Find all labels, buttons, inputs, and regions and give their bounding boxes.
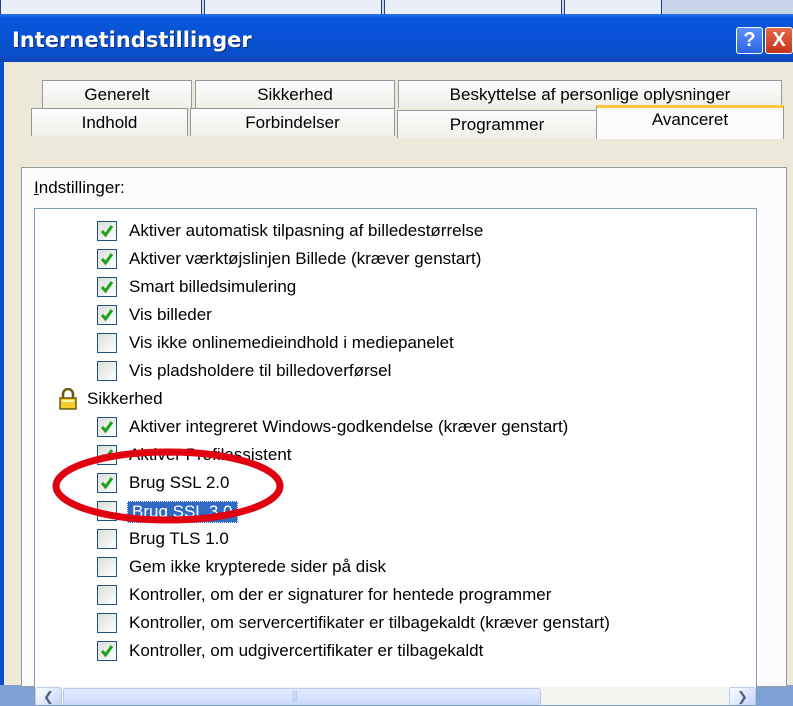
setting-row[interactable]: Kontroller, om udgivercertifikater er ti… — [35, 638, 725, 666]
window-title: Internetindstillinger — [12, 28, 252, 52]
title-bar[interactable]: Internetindstillinger ? X — [0, 14, 793, 62]
checkmark-icon — [100, 645, 114, 658]
horizontal-scroll-thumb[interactable]: ⫼ — [63, 688, 541, 705]
setting-label: Kontroller, om der er signaturer for hen… — [129, 585, 552, 604]
hgrip-icon: ⫼ — [292, 689, 298, 704]
tab-forbindelser[interactable]: Forbindelser — [190, 108, 395, 136]
setting-row[interactable]: Gem ikke krypterede sider på disk — [35, 554, 725, 582]
tab-indhold[interactable]: Indhold — [31, 108, 188, 136]
setting-label: Vis ikke onlinemedieindhold i mediepanel… — [129, 333, 454, 352]
checkmark-icon — [100, 225, 114, 238]
checkmark-icon — [100, 309, 114, 322]
setting-row[interactable]: Aktiver automatisk tilpasning af billede… — [35, 218, 725, 246]
checkbox-unchecked[interactable] — [97, 613, 117, 633]
lock-icon — [59, 388, 77, 410]
tab-avanceret[interactable]: Avanceret — [596, 105, 784, 139]
vertical-scrollbar[interactable]: ︿ ≡ ﹀ — [756, 209, 757, 687]
setting-label: Vis billeder — [129, 305, 212, 324]
checkbox-unchecked[interactable] — [97, 333, 117, 353]
setting-row[interactable]: Vis billeder — [35, 302, 725, 330]
scroll-left-button[interactable]: ❮ — [35, 687, 62, 705]
background-segment — [564, 0, 662, 15]
checkbox-checked[interactable] — [97, 221, 117, 241]
checkbox-unchecked[interactable] — [97, 585, 117, 605]
setting-row[interactable]: Brug TLS 1.0 — [35, 526, 725, 554]
setting-row[interactable]: Aktiver integreret Windows-godkendelse (… — [35, 414, 725, 442]
internet-options-dialog: Internetindstillinger ? X Generelt Sikke… — [0, 14, 793, 706]
setting-label: Aktiver integreret Windows-godkendelse (… — [129, 417, 569, 436]
dialog-client-area: Generelt Sikkerhed Beskyttelse af person… — [0, 62, 793, 706]
scroll-right-button[interactable]: ❯ — [729, 687, 756, 705]
checkbox-unchecked[interactable] — [97, 529, 117, 549]
close-button[interactable]: X — [765, 27, 793, 54]
setting-label: Brug TLS 1.0 — [129, 529, 229, 548]
checkbox-unchecked[interactable] — [97, 361, 117, 381]
background-segment — [204, 0, 382, 15]
help-button[interactable]: ? — [736, 27, 763, 54]
horizontal-scrollbar[interactable]: ❮ ⫼ ❯ — [35, 687, 756, 705]
setting-label: Aktiver værktøjslinjen Billede (kræver g… — [129, 249, 482, 268]
settings-label: Indstillinger: — [34, 178, 125, 197]
checkbox-checked[interactable] — [97, 277, 117, 297]
background-segment — [384, 0, 562, 15]
setting-label: Kontroller, om udgivercertifikater er ti… — [129, 641, 484, 660]
checkbox-checked[interactable] — [97, 641, 117, 661]
setting-label: Vis pladsholdere til billedoverførsel — [129, 361, 392, 380]
setting-row[interactable]: Aktiver værktøjslinjen Billede (kræver g… — [35, 246, 725, 274]
checkbox-checked[interactable] — [97, 417, 117, 437]
setting-row[interactable]: Kontroller, om der er signaturer for hen… — [35, 582, 725, 610]
tab-beskyttelse[interactable]: Beskyttelse af personlige oplysninger — [398, 80, 782, 108]
setting-row[interactable]: Smart billedsimulering — [35, 274, 725, 302]
tab-sikkerhed[interactable]: Sikkerhed — [195, 80, 395, 108]
setting-label: Kontroller, om servercertifikater er til… — [129, 613, 610, 632]
checkbox-checked[interactable] — [97, 305, 117, 325]
setting-row[interactable]: Kontroller, om servercertifikater er til… — [35, 610, 725, 638]
checkmark-icon — [100, 253, 114, 266]
setting-label: Gem ikke krypterede sider på disk — [129, 557, 386, 576]
checkbox-checked[interactable] — [97, 249, 117, 269]
background-segment — [0, 0, 202, 15]
checkmark-icon — [100, 421, 114, 434]
settings-group-header[interactable]: Sikkerhed — [35, 386, 725, 414]
checkmark-icon — [100, 281, 114, 294]
setting-label: Smart billedsimulering — [129, 277, 297, 296]
red-annotation-ellipse — [52, 448, 284, 524]
group-label: Sikkerhed — [87, 389, 163, 408]
setting-row[interactable]: Vis ikke onlinemedieindhold i mediepanel… — [35, 330, 725, 358]
tab-programmer[interactable]: Programmer — [397, 110, 597, 138]
checkbox-unchecked[interactable] — [97, 557, 117, 577]
tab-generelt[interactable]: Generelt — [42, 80, 192, 108]
setting-label: Aktiver automatisk tilpasning af billede… — [129, 221, 484, 240]
setting-row[interactable]: Vis pladsholdere til billedoverførsel — [35, 358, 725, 386]
